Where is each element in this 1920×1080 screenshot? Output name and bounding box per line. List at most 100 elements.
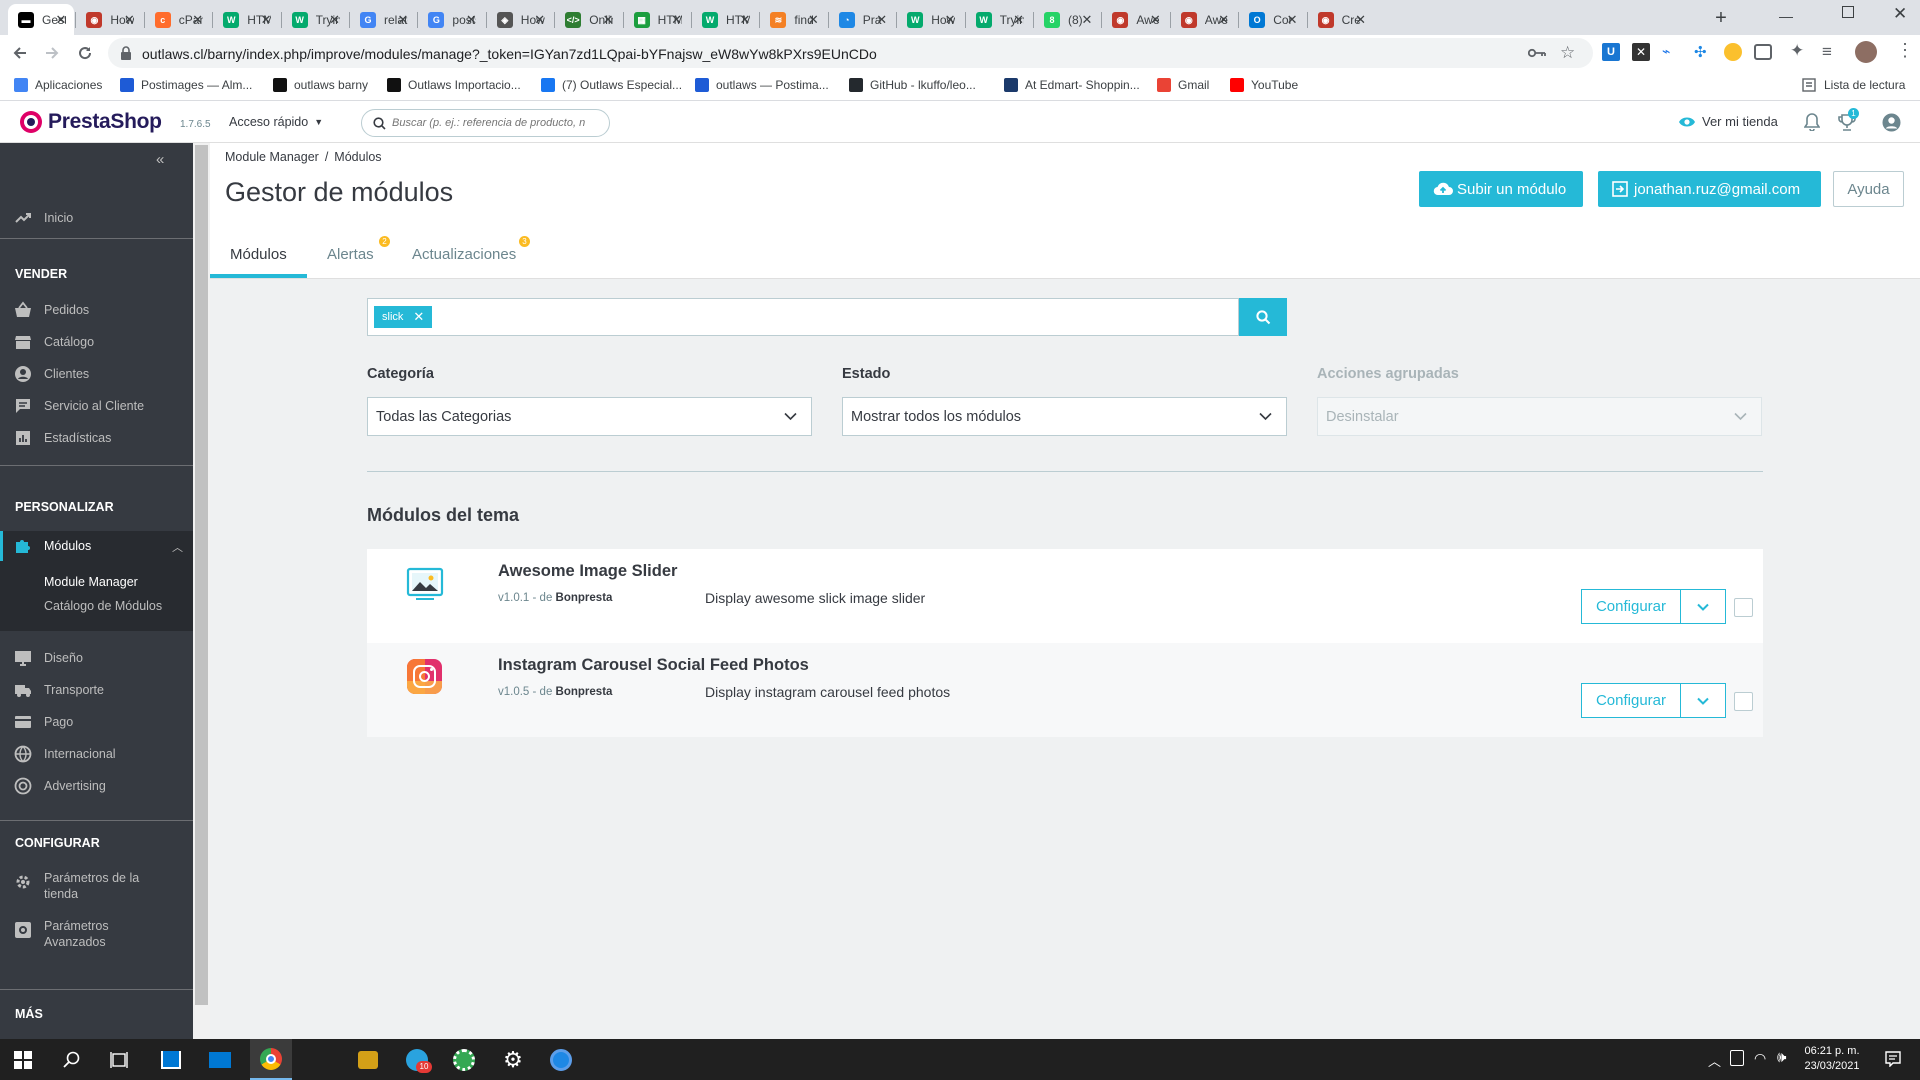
tab-close-icon[interactable]: ✕ xyxy=(808,13,819,26)
scrollbar-thumb[interactable] xyxy=(195,145,208,1005)
browser-tab[interactable]: ≋ find ✕ xyxy=(760,4,826,35)
tab-close-icon[interactable]: ✕ xyxy=(1355,13,1366,26)
quick-access-dropdown[interactable]: Acceso rápido ▼ xyxy=(229,115,323,129)
extension-x-icon[interactable]: ✕ xyxy=(1632,43,1650,61)
module-select-checkbox[interactable] xyxy=(1734,692,1753,711)
bookmark-item[interactable]: (7) Outlaws Especial... xyxy=(541,78,682,92)
upload-module-button[interactable]: Subir un módulo xyxy=(1419,171,1583,207)
module-actions-dropdown[interactable] xyxy=(1681,589,1726,624)
configure-button[interactable]: Configurar xyxy=(1581,589,1681,624)
sidebar-item-advanced-parameters[interactable]: Parámetros Avanzados xyxy=(14,919,193,953)
back-arrow-icon[interactable] xyxy=(12,45,28,61)
new-tab-button[interactable]: + xyxy=(1710,7,1732,29)
tab-close-icon[interactable]: ✕ xyxy=(1150,13,1161,26)
browser-tab[interactable]: ◉ Awe ✕ xyxy=(1102,4,1168,35)
browser-tab[interactable]: ◉ How ✕ xyxy=(76,4,142,35)
help-button[interactable]: Ayuda xyxy=(1833,171,1904,207)
volume-icon[interactable]: 🕪 xyxy=(1777,1049,1786,1066)
extension-chat-icon[interactable] xyxy=(1754,44,1772,60)
url-text[interactable]: outlaws.cl/barny/index.php/improve/modul… xyxy=(142,46,877,62)
browser-tab[interactable]: W How ✕ xyxy=(897,4,963,35)
forward-arrow-icon[interactable] xyxy=(44,45,60,61)
tab-close-icon[interactable]: ✕ xyxy=(534,13,545,26)
sidebar-item-home[interactable]: Inicio xyxy=(0,205,193,231)
tab-close-icon[interactable]: ✕ xyxy=(876,13,887,26)
tab-close-icon[interactable]: ✕ xyxy=(1218,13,1229,26)
browser-tab[interactable]: ccPanel✕ xyxy=(145,4,211,35)
bookmark-item[interactable]: Gmail xyxy=(1157,78,1209,92)
category-select[interactable]: Todas las Categorias xyxy=(367,397,812,436)
settings-gear-icon[interactable]: ⚙ xyxy=(500,1047,526,1073)
sidebar-item-modules[interactable]: Módulos xyxy=(0,533,193,559)
tab-close-icon[interactable]: ✕ xyxy=(261,13,272,26)
tab-close-icon[interactable]: ✕ xyxy=(397,13,408,26)
module-select-checkbox[interactable] xyxy=(1734,598,1753,617)
browser-tab[interactable]: ▦HTML✕ xyxy=(624,4,690,35)
sidebar-scrollbar[interactable] xyxy=(193,143,210,1039)
module-actions-dropdown[interactable] xyxy=(1681,683,1726,718)
sidebar-item-stats[interactable]: Estadísticas xyxy=(0,425,193,451)
bookmark-item[interactable]: Postimages — Alm... xyxy=(120,78,252,92)
reload-icon[interactable] xyxy=(77,45,93,61)
bookmark-item[interactable]: GitHub - lkuffo/leo... xyxy=(849,78,976,92)
status-select[interactable]: Mostrar todos los módulos xyxy=(842,397,1287,436)
extension-u-icon[interactable]: U xyxy=(1602,43,1620,61)
notification-center-icon[interactable] xyxy=(1885,1051,1901,1067)
profile-avatar[interactable] xyxy=(1855,41,1877,63)
sidebar-item-international[interactable]: Internacional xyxy=(0,741,193,767)
logo-text[interactable]: PrestaShop xyxy=(48,110,162,134)
bookmark-item[interactable]: Outlaws Importacio... xyxy=(387,78,521,92)
sidebar-item-shop-parameters[interactable]: Parámetros de la tienda xyxy=(14,871,193,905)
search-icon[interactable] xyxy=(63,1051,81,1069)
extension-circle-icon[interactable] xyxy=(1724,43,1742,61)
lock-icon[interactable] xyxy=(120,46,132,60)
clock[interactable]: 06:21 p. m. 23/03/2021 xyxy=(1802,1045,1862,1072)
bookmark-item[interactable]: outlaws barny xyxy=(273,78,368,92)
browser-tab[interactable]: ◈ How ✕ xyxy=(487,4,553,35)
module-search-button[interactable] xyxy=(1239,298,1287,336)
chrome-taskbar-button[interactable] xyxy=(250,1039,292,1080)
media-controls-icon[interactable]: ≡ xyxy=(1822,42,1832,62)
weasel-app-icon[interactable] xyxy=(355,1047,381,1073)
network-app-icon[interactable] xyxy=(451,1047,477,1073)
browser-tab[interactable]: ◔ Pra ✕ xyxy=(829,4,895,35)
tab-close-icon[interactable]: ✕ xyxy=(466,13,477,26)
browser-tab[interactable]: ◉ Cre ✕ xyxy=(1308,4,1374,35)
reading-list-button[interactable]: Lista de lectura xyxy=(1802,78,1905,92)
bookmark-item[interactable]: outlaws — Postima... xyxy=(695,78,829,92)
browser-tab[interactable]: Gposts✕ xyxy=(418,4,484,35)
module-search-field[interactable]: slick ✕ xyxy=(367,298,1239,336)
tab-close-icon[interactable]: ✕ xyxy=(1287,13,1298,26)
browser-tab[interactable]: O Cor ✕ xyxy=(1239,4,1305,35)
tab-close-icon[interactable]: ✕ xyxy=(55,13,66,26)
browser-tab[interactable]: ◉ Awe ✕ xyxy=(1171,4,1237,35)
sidebar-item-design[interactable]: Diseño xyxy=(0,645,193,671)
tab-close-icon[interactable]: ✕ xyxy=(1013,13,1024,26)
tab-updates[interactable]: Actualizaciones xyxy=(412,246,516,263)
browser-tab[interactable]: Grelated✕ xyxy=(350,4,416,35)
sidebar-item-advertising[interactable]: Advertising xyxy=(0,773,193,799)
collapse-sidebar-icon[interactable]: « xyxy=(156,151,164,168)
tab-close-icon[interactable]: ✕ xyxy=(192,13,203,26)
submenu-module-catalog[interactable]: Catálogo de Módulos xyxy=(44,599,162,613)
extension-react-icon[interactable]: ✣ xyxy=(1694,43,1712,61)
view-store-link[interactable]: Ver mi tienda xyxy=(1678,114,1778,129)
close-window-button[interactable]: ✕ xyxy=(1893,4,1907,24)
windows-start-icon[interactable] xyxy=(14,1051,32,1069)
sidebar-item-customer-service[interactable]: Servicio al Cliente xyxy=(0,393,193,419)
account-icon[interactable] xyxy=(1882,113,1901,132)
remove-tag-icon[interactable]: ✕ xyxy=(413,309,424,325)
telegram-icon[interactable]: 10 xyxy=(404,1047,432,1073)
browser-tab[interactable]: WTrying✕ xyxy=(966,4,1032,35)
tab-close-icon[interactable]: ✕ xyxy=(603,13,614,26)
store-icon[interactable] xyxy=(158,1047,184,1073)
sidebar-item-customers[interactable]: Clientes xyxy=(0,361,193,387)
browser-tab[interactable]: WHTML✕ xyxy=(692,4,758,35)
breadcrumb-item[interactable]: Module Manager xyxy=(225,150,319,164)
tab-close-icon[interactable]: ✕ xyxy=(1081,13,1092,26)
tab-close-icon[interactable]: ✕ xyxy=(329,13,340,26)
task-view-icon[interactable] xyxy=(110,1051,128,1069)
sidebar-item-payment[interactable]: Pago xyxy=(0,709,193,735)
chrome-menu-icon[interactable]: ⋮ xyxy=(1896,40,1914,61)
browser-tab[interactable]: 8 (8) ✕ xyxy=(1034,4,1100,35)
